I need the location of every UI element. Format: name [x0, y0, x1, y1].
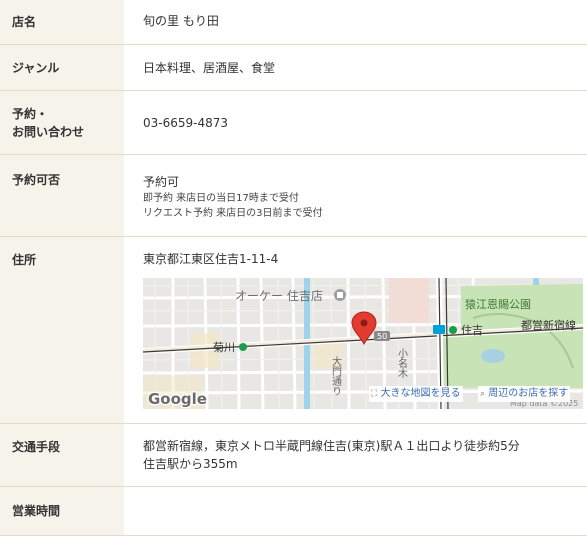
- reservation-note: リクエスト予約 来店日の3日前まで受付: [143, 208, 323, 219]
- expand-icon: ⛶: [371, 389, 378, 399]
- row-label: 予約可否: [0, 155, 124, 236]
- reservation-status: 予約可: [143, 175, 180, 189]
- row-label: 交通手段: [0, 424, 124, 486]
- reservation-info: 予約可 即予約 来店日の当日17時まで受付 リクエスト予約 来店日の3日前まで受…: [124, 155, 587, 236]
- map-commercial-block: [389, 278, 429, 323]
- row-label: 営業時間: [0, 487, 124, 535]
- row-business-hours: 営業時間: [0, 487, 587, 536]
- station-icon: [239, 343, 247, 351]
- store-map-label: オーケー 住吉店: [235, 289, 323, 303]
- street-label: 大門通り: [330, 355, 342, 396]
- location-pin-dot: [360, 319, 368, 327]
- metro-icon: [433, 325, 445, 334]
- store-poi-icon-glyph: [337, 292, 343, 298]
- access-line: 都営新宿線，東京メトロ半蔵門線住吉(東京)駅Ａ１出口より徒歩約5分: [143, 439, 520, 453]
- row-store-name: 店名 旬の里 もり田: [0, 0, 587, 45]
- street-label: 小名木: [396, 348, 408, 379]
- google-logo: Google: [148, 390, 207, 408]
- station-kikukawa-label: 菊川: [213, 341, 235, 354]
- reservation-note: 即予約 来店日の当日17時まで受付: [143, 193, 299, 204]
- search-icon: ⌕: [480, 389, 486, 399]
- row-label: 予約・ お問い合わせ: [0, 91, 124, 154]
- row-label: ジャンル: [0, 45, 124, 90]
- access-distance: 住吉駅から355m: [143, 457, 238, 471]
- search-nearby-label: 周辺のお店を探す: [488, 388, 569, 399]
- station-icon: [449, 326, 457, 334]
- row-label: 住所: [0, 237, 124, 423]
- access-info: 都営新宿線，東京メトロ半蔵門線住吉(東京)駅Ａ１出口より徒歩約5分 住吉駅から3…: [124, 424, 587, 486]
- business-hours-value: [124, 487, 587, 535]
- park-map-label: 猿江恩賜公園: [465, 297, 531, 311]
- row-genre: ジャンル 日本料理、居酒屋、食堂: [0, 45, 587, 91]
- row-label-line: お問い合わせ: [12, 125, 85, 139]
- row-reservation-contact: 予約・ お問い合わせ 03-6659-4873: [0, 91, 587, 155]
- row-label: 店名: [0, 0, 124, 44]
- view-large-map-label: 大きな地図を見る: [380, 388, 461, 399]
- station-sumiyoshi-label: 住吉: [461, 323, 483, 337]
- store-name: 旬の里 もり田: [124, 0, 587, 44]
- view-large-map-link[interactable]: ⛶ 大きな地図を見る: [369, 386, 463, 402]
- row-access: 交通手段 都営新宿線，東京メトロ半蔵門線住吉(東京)駅Ａ１出口より徒歩約5分 住…: [0, 424, 587, 487]
- phone-number: 03-6659-4873: [124, 91, 587, 154]
- genre-value: 日本料理、居酒屋、食堂: [124, 45, 587, 90]
- park-pond: [481, 349, 505, 363]
- line-label: 都営新宿線: [521, 318, 576, 332]
- row-label-line: 予約・: [12, 107, 49, 121]
- route-number: 50: [377, 332, 387, 341]
- search-nearby-link[interactable]: ⌕ 周辺のお店を探す: [478, 386, 571, 402]
- row-reservation-availability: 予約可否 予約可 即予約 来店日の当日17時まで受付 リクエスト予約 来店日の3…: [0, 155, 587, 237]
